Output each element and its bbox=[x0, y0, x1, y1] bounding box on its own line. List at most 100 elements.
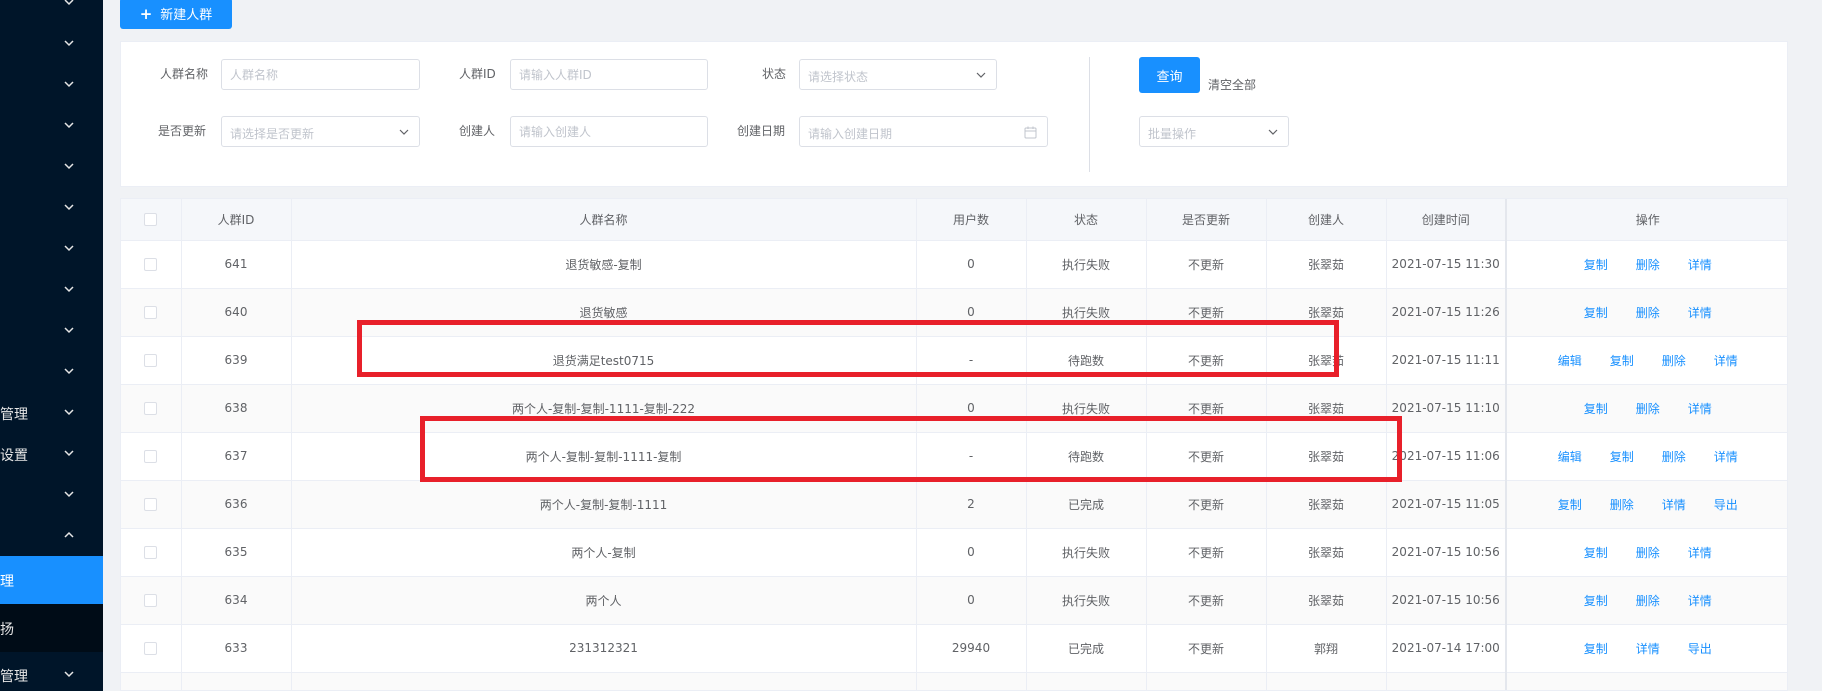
row-action-link[interactable]: 复制 bbox=[1584, 544, 1608, 561]
sidebar-item[interactable] bbox=[0, 64, 103, 105]
header-name: 人群名称 bbox=[291, 199, 917, 241]
row-action-link[interactable]: 复制 bbox=[1610, 448, 1634, 465]
update-select[interactable]: 请选择是否更新 bbox=[221, 116, 420, 147]
row-checkbox[interactable] bbox=[144, 642, 158, 655]
row-action-link[interactable]: 删除 bbox=[1636, 304, 1660, 321]
row-action-link[interactable]: 详情 bbox=[1688, 304, 1712, 321]
row-action-link[interactable]: 详情 bbox=[1688, 400, 1712, 417]
row-action-link[interactable]: 删除 bbox=[1636, 544, 1660, 561]
row-action-link[interactable]: 复制 bbox=[1584, 640, 1608, 657]
crowd-name-input[interactable] bbox=[221, 59, 420, 90]
sidebar-item[interactable] bbox=[0, 351, 103, 392]
row-actions: 编辑 复制 删除 详情 bbox=[1508, 448, 1787, 465]
row-checkbox[interactable] bbox=[144, 594, 158, 607]
cell-id: 640 bbox=[181, 288, 292, 337]
row-select-cell bbox=[121, 384, 182, 433]
cell-created: 2021-07-15 11:11 bbox=[1386, 336, 1507, 385]
sidebar-item[interactable] bbox=[0, 23, 103, 64]
row-checkbox[interactable] bbox=[144, 258, 158, 271]
cell-users bbox=[916, 672, 1027, 690]
cell-update: 不更新 bbox=[1146, 336, 1267, 385]
update-label: 是否更新 bbox=[158, 124, 207, 138]
cell-update: 不更新 bbox=[1146, 288, 1267, 337]
row-action-link[interactable]: 复制 bbox=[1584, 256, 1608, 273]
row-checkbox[interactable] bbox=[144, 402, 158, 415]
row-actions: 复制 删除 详情 bbox=[1508, 304, 1787, 321]
table-row: 635 两个人-复制 0 执行失败 不更新 张翠茹 2021-07-15 10:56 复制 删除… bbox=[121, 528, 1787, 577]
row-action-link[interactable]: 复制 bbox=[1584, 592, 1608, 609]
row-action-link[interactable]: 编辑 bbox=[1558, 448, 1582, 465]
cell-users: 0 bbox=[916, 384, 1027, 433]
cell-name: 退货敏感 bbox=[291, 288, 917, 337]
row-action-link[interactable]: 导出 bbox=[1714, 496, 1738, 513]
row-select-cell bbox=[121, 288, 182, 337]
creator-label: 创建人 bbox=[459, 124, 496, 138]
cell-created bbox=[1386, 672, 1507, 690]
row-action-link[interactable]: 复制 bbox=[1584, 304, 1608, 321]
row-action-link[interactable]: 导出 bbox=[1688, 640, 1712, 657]
cell-creator: 张翠茹 bbox=[1266, 384, 1387, 433]
query-button[interactable]: 查询 bbox=[1139, 57, 1200, 93]
select-all-cell bbox=[121, 199, 182, 241]
row-action-link[interactable]: 详情 bbox=[1636, 640, 1660, 657]
row-checkbox[interactable] bbox=[144, 354, 158, 367]
new-crowd-button[interactable]: + 新建人群 bbox=[120, 0, 232, 29]
chevron-up-icon bbox=[64, 531, 74, 538]
clear-all-button[interactable]: 清空全部 bbox=[1208, 76, 1256, 93]
row-action-link[interactable]: 删除 bbox=[1662, 352, 1686, 369]
row-action-link[interactable]: 复制 bbox=[1558, 496, 1582, 513]
sidebar-item[interactable] bbox=[0, 105, 103, 146]
cell-users: 29940 bbox=[916, 624, 1027, 673]
row-checkbox[interactable] bbox=[144, 546, 158, 559]
sidebar-item[interactable] bbox=[0, 474, 103, 515]
sidebar-item[interactable] bbox=[0, 269, 103, 310]
row-action-link[interactable]: 详情 bbox=[1688, 544, 1712, 561]
chevron-down-icon bbox=[1268, 129, 1278, 135]
sidebar-item-label: 扬 bbox=[0, 622, 14, 638]
row-action-link[interactable]: 详情 bbox=[1714, 352, 1738, 369]
sidebar-item[interactable] bbox=[0, 310, 103, 351]
sidebar-item[interactable] bbox=[0, 187, 103, 228]
row-action-link[interactable]: 详情 bbox=[1662, 496, 1686, 513]
crowd-id-input[interactable] bbox=[510, 59, 708, 90]
row-action-link[interactable]: 详情 bbox=[1688, 592, 1712, 609]
sidebar-item[interactable]: 管理 bbox=[0, 654, 103, 691]
row-action-link[interactable]: 复制 bbox=[1584, 400, 1608, 417]
chevron-down-icon bbox=[64, 204, 74, 211]
row-checkbox[interactable] bbox=[144, 450, 158, 463]
cell-actions: 编辑 复制 删除 详情 bbox=[1505, 336, 1787, 385]
status-placeholder: 请选择状态 bbox=[808, 70, 869, 84]
chevron-down-icon bbox=[64, 450, 74, 457]
row-action-link[interactable]: 删除 bbox=[1636, 592, 1660, 609]
sidebar-item[interactable]: 管理 bbox=[0, 392, 103, 433]
status-select[interactable]: 请选择状态 bbox=[799, 59, 997, 90]
row-action-link[interactable]: 复制 bbox=[1610, 352, 1634, 369]
cell-created: 2021-07-14 17:00 bbox=[1386, 624, 1507, 673]
select-all-checkbox[interactable] bbox=[144, 213, 158, 227]
row-action-link[interactable]: 删除 bbox=[1610, 496, 1634, 513]
chevron-down-icon bbox=[64, 327, 74, 334]
sidebar-item[interactable] bbox=[0, 515, 103, 556]
sidebar-item-active[interactable]: 理 bbox=[0, 556, 103, 604]
cell-users: 0 bbox=[916, 240, 1027, 289]
calendar-icon bbox=[1024, 126, 1037, 139]
cell-actions: 复制 删除 详情 bbox=[1505, 528, 1787, 577]
cell-name: 退货满足test0715 bbox=[291, 336, 917, 385]
row-action-link[interactable]: 编辑 bbox=[1558, 352, 1582, 369]
sidebar-item[interactable]: 设置 bbox=[0, 433, 103, 474]
sidebar-item[interactable] bbox=[0, 228, 103, 269]
row-checkbox[interactable] bbox=[144, 306, 158, 319]
batch-operation-select[interactable]: 批量操作 bbox=[1139, 116, 1289, 147]
creator-input[interactable] bbox=[510, 116, 708, 147]
sidebar-subitem[interactable]: 扬 bbox=[0, 604, 103, 652]
row-action-link[interactable]: 删除 bbox=[1636, 256, 1660, 273]
sidebar-item[interactable] bbox=[0, 0, 103, 23]
sidebar-item[interactable] bbox=[0, 146, 103, 187]
row-action-link[interactable]: 详情 bbox=[1688, 256, 1712, 273]
cell-status: 执行失败 bbox=[1026, 288, 1147, 337]
row-action-link[interactable]: 详情 bbox=[1714, 448, 1738, 465]
date-picker[interactable]: 请输入创建日期 bbox=[799, 116, 1048, 147]
row-action-link[interactable]: 删除 bbox=[1636, 400, 1660, 417]
row-checkbox[interactable] bbox=[144, 498, 158, 511]
row-action-link[interactable]: 删除 bbox=[1662, 448, 1686, 465]
